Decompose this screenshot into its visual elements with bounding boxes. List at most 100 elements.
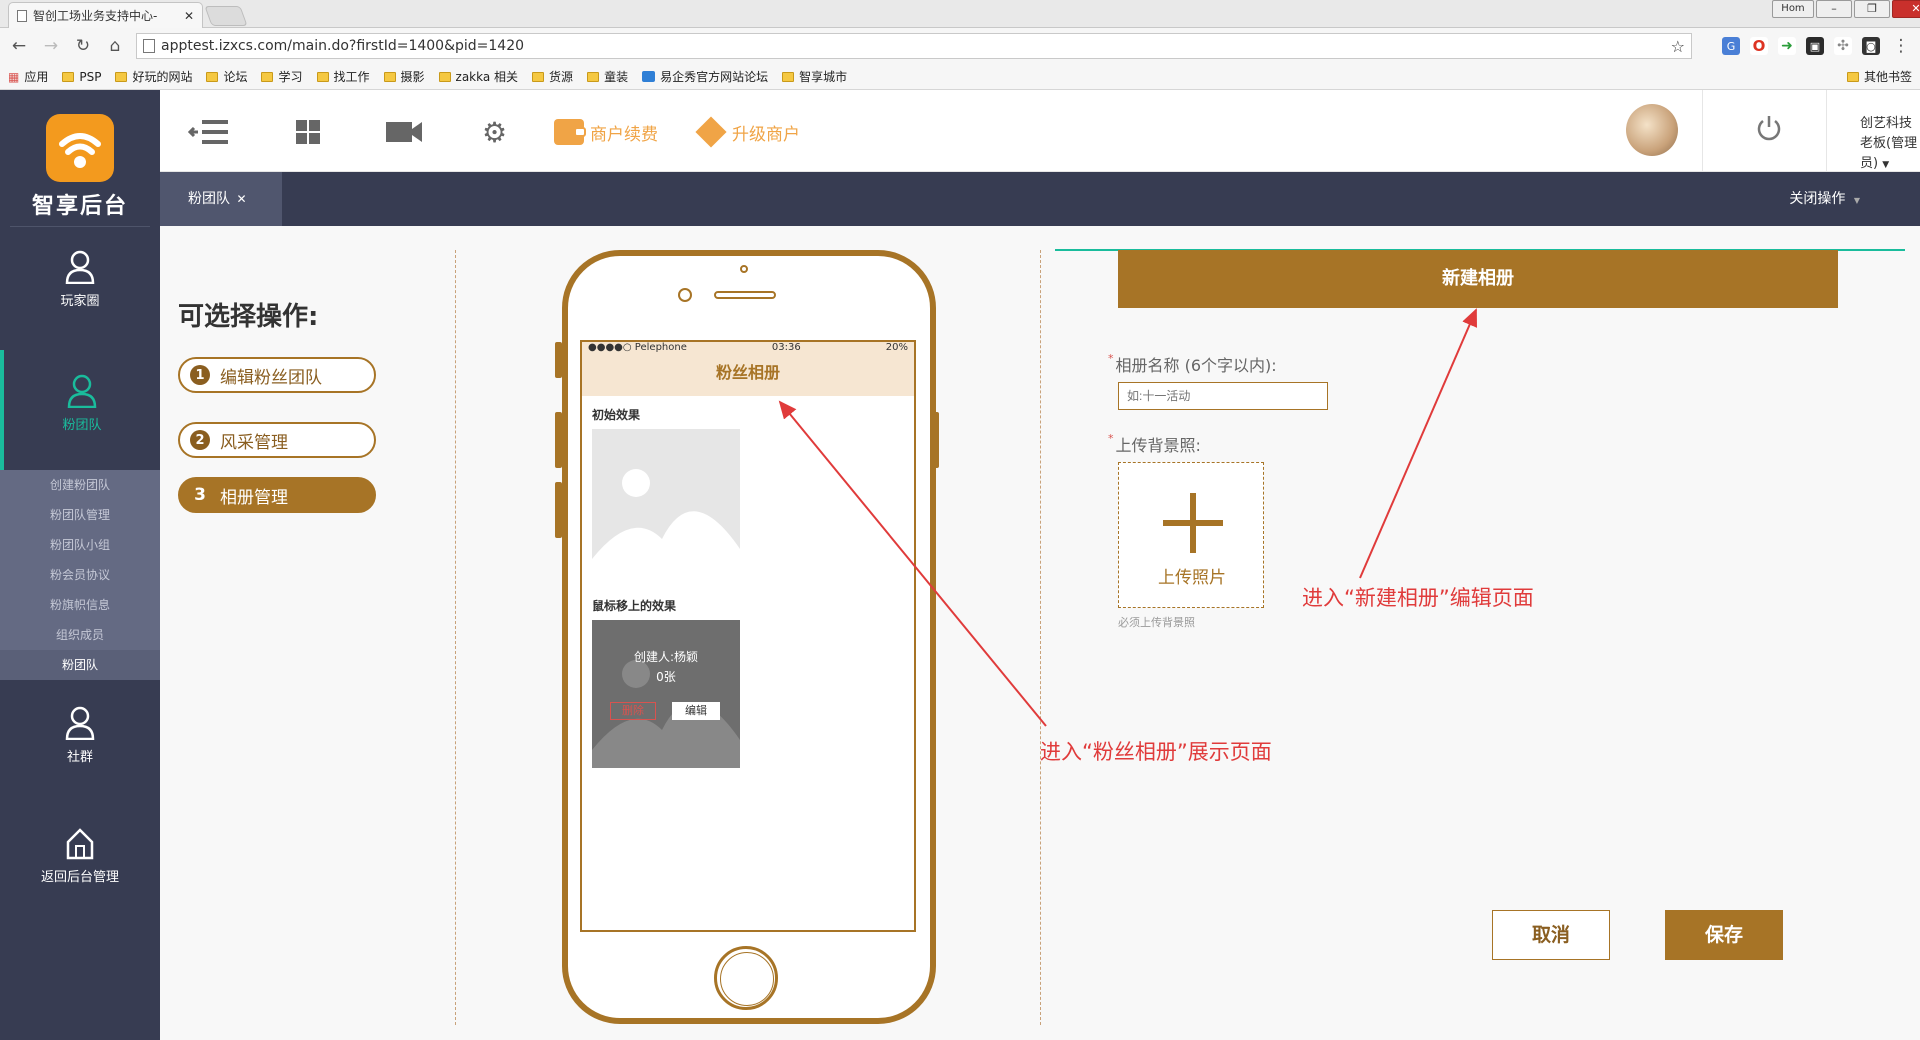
- back-icon[interactable]: ←: [8, 36, 30, 56]
- bookmark-folder[interactable]: 童装: [587, 68, 628, 85]
- phone-sensor: [740, 265, 748, 273]
- sidebar-item-community[interactable]: 社群: [0, 706, 160, 765]
- puzzle-ext-icon[interactable]: ✣: [1834, 37, 1852, 55]
- album-hover-image[interactable]: 创建人:杨颖 0张 删除 编辑: [592, 620, 740, 768]
- gear-icon[interactable]: ⚙: [482, 116, 507, 149]
- sidebar-submenu: 创建粉团队 粉团队管理 粉团队小组 粉会员协议 粉旗帜信息 组织成员 粉团队: [0, 470, 160, 680]
- new-tab-button[interactable]: [204, 6, 248, 26]
- cancel-button[interactable]: 取消: [1492, 910, 1610, 960]
- opera-ext-icon[interactable]: O: [1750, 37, 1768, 55]
- folder-icon: [782, 71, 795, 82]
- caret-down-icon: ▼: [1853, 196, 1860, 205]
- bookmark-folder[interactable]: PSP: [62, 70, 101, 84]
- close-icon[interactable]: ✕: [236, 192, 246, 206]
- folder-icon: [261, 71, 274, 82]
- submenu-item-current[interactable]: 粉团队: [0, 650, 160, 680]
- url-input[interactable]: apptest.izxcs.com/main.do?firstId=1400&p…: [136, 33, 1692, 59]
- annotation-album-show: 进入“粉丝相册”展示页面: [1040, 740, 1272, 764]
- edit-button[interactable]: 编辑: [672, 702, 720, 720]
- sidebar-item-label: 玩家圈: [60, 294, 100, 309]
- bookmark-link[interactable]: 易企秀官方网站论坛: [642, 68, 768, 85]
- page-icon: [17, 9, 27, 22]
- sidebar-item-back-admin[interactable]: 返回后台管理: [0, 826, 160, 885]
- bookmark-folder[interactable]: 找工作: [316, 68, 370, 85]
- dashboard-grid-icon[interactable]: [295, 116, 321, 148]
- album-name-input[interactable]: [1118, 382, 1328, 410]
- window-controls: Hom – ❐ ✕: [1772, 0, 1920, 20]
- bookmark-folder[interactable]: 学习: [261, 68, 303, 85]
- delete-button[interactable]: 删除: [610, 702, 656, 720]
- merchant-renew-button[interactable]: 商户续费: [554, 116, 658, 148]
- folder-icon: [587, 71, 600, 82]
- translate-ext-icon[interactable]: G: [1722, 37, 1740, 55]
- user-info[interactable]: 创艺科技 老板(管理员) ▼: [1860, 114, 1920, 175]
- submenu-item[interactable]: 粉会员协议: [0, 560, 160, 590]
- merchant-upgrade-button[interactable]: 升级商户: [695, 116, 800, 148]
- app-logo-icon: [46, 114, 114, 182]
- phone-side-button: [555, 342, 562, 378]
- home-icon[interactable]: ⌂: [104, 36, 126, 56]
- new-album-banner: 新建相册: [1118, 250, 1838, 308]
- submenu-item[interactable]: 粉团队小组: [0, 530, 160, 560]
- submenu-item[interactable]: 粉团队管理: [0, 500, 160, 530]
- close-operations-dropdown[interactable]: 关闭操作 ▼: [1789, 172, 1860, 228]
- bookmark-other[interactable]: 其他书签: [1846, 68, 1912, 85]
- bookmark-apps[interactable]: ▦ 应用: [8, 68, 48, 85]
- tab-fan-team[interactable]: 粉团队 ✕: [160, 172, 282, 226]
- phone-home-button: [714, 946, 778, 1010]
- wallet-icon: [554, 119, 586, 145]
- arrow-ext-icon[interactable]: ➜: [1778, 37, 1796, 55]
- background-label: * 上传背景照:: [1108, 432, 1201, 455]
- bookmark-folder[interactable]: 好玩的网站: [115, 68, 192, 85]
- bookmark-folder[interactable]: 论坛: [206, 68, 247, 85]
- browser-tab-title: 智创工场业务支持中心-: [33, 9, 158, 23]
- upload-photo-box[interactable]: 上传照片: [1118, 462, 1264, 608]
- annotation-album-edit: 进入“新建相册”编辑页面: [1302, 586, 1534, 610]
- sidebar-item-players[interactable]: 玩家圈: [0, 250, 160, 309]
- menu-icon[interactable]: ⋮: [1890, 36, 1912, 56]
- camera-ext-icon[interactable]: ◙: [1862, 37, 1880, 55]
- browser-tab[interactable]: 智创工场业务支持中心- ✕: [8, 2, 203, 28]
- browser-tabbar: 智创工场业务支持中心- ✕ Hom – ❐ ✕: [0, 0, 1920, 28]
- folder-icon: [62, 71, 75, 82]
- plus-icon: [1163, 493, 1223, 557]
- step-album-management[interactable]: 3 相册管理: [178, 477, 376, 513]
- screen-ext-icon[interactable]: ▣: [1806, 37, 1824, 55]
- power-icon[interactable]: [1755, 112, 1783, 144]
- folder-icon: [206, 71, 219, 82]
- save-button[interactable]: 保存: [1665, 910, 1783, 960]
- bookmarks-bar: ▦ 应用 PSP 好玩的网站 论坛 学习 找工作 摄影 zakka 相关 货源 童…: [0, 64, 1920, 90]
- page-info-icon[interactable]: [143, 39, 155, 53]
- bookmark-folder[interactable]: 摄影: [383, 68, 425, 85]
- close-window-button[interactable]: ✕: [1892, 0, 1920, 18]
- home-icon: [65, 826, 95, 860]
- star-icon[interactable]: ☆: [1671, 37, 1685, 56]
- bookmark-folder[interactable]: 货源: [532, 68, 573, 85]
- carrier-text: ●●●●○ Pelephone: [588, 342, 687, 353]
- phone-status-bar: ●●●●○ Pelephone 03:36 20%: [582, 342, 914, 354]
- submenu-item[interactable]: 创建粉团队: [0, 470, 160, 500]
- sidebar-item-label: 社群: [66, 750, 93, 765]
- bookmark-folder[interactable]: zakka 相关: [438, 68, 518, 85]
- avatar[interactable]: [1626, 104, 1678, 156]
- profile-button[interactable]: Hom: [1772, 0, 1814, 18]
- close-tab-icon[interactable]: ✕: [184, 9, 194, 23]
- menu-toggle-icon[interactable]: [188, 116, 230, 148]
- phone-camera: [678, 288, 692, 302]
- submenu-item[interactable]: 组织成员: [0, 620, 160, 650]
- step-style-management[interactable]: 2 风采管理: [178, 422, 376, 458]
- dashed-divider: [1040, 250, 1041, 1025]
- battery-text: 20%: [885, 342, 908, 353]
- step-edit-fan-team[interactable]: 1 编辑粉丝团队: [178, 357, 376, 393]
- forward-icon[interactable]: →: [40, 36, 62, 56]
- minimize-button[interactable]: –: [1816, 0, 1852, 18]
- sidebar-item-fan-team[interactable]: 粉团队: [0, 350, 160, 470]
- phone-side-button: [555, 412, 562, 468]
- maximize-button[interactable]: ❐: [1854, 0, 1890, 18]
- bookmark-folder[interactable]: 智享城市: [782, 68, 847, 85]
- time-text: 03:36: [771, 342, 801, 353]
- video-camera-icon[interactable]: [385, 116, 423, 148]
- submenu-item[interactable]: 粉旗帜信息: [0, 590, 160, 620]
- operations-heading: 可选择操作:: [178, 302, 319, 332]
- reload-icon[interactable]: ↻: [72, 36, 94, 56]
